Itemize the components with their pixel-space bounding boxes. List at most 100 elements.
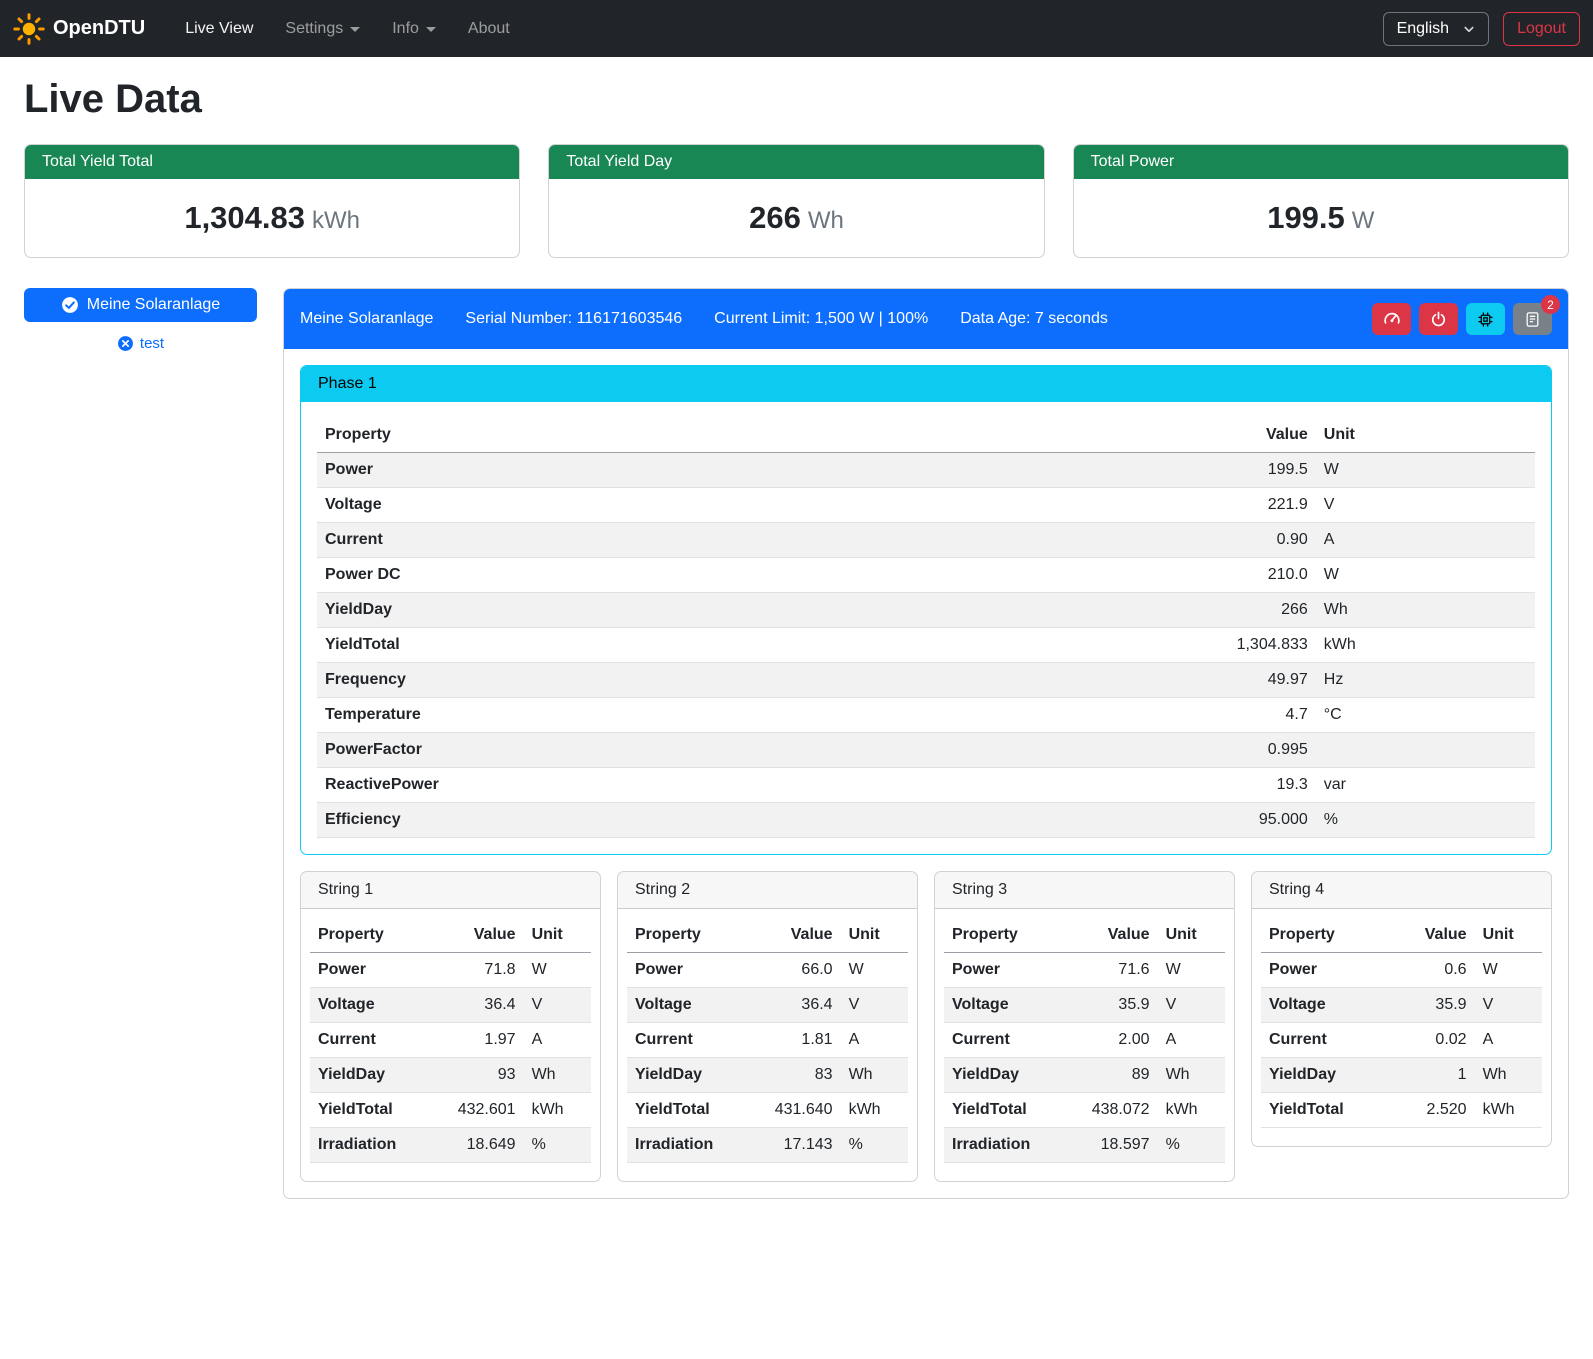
nav-item-about[interactable]: About: [454, 12, 524, 46]
row-property: Efficiency: [317, 803, 1133, 838]
column-header-property: Property: [310, 918, 445, 953]
column-header-value: Value: [1396, 918, 1475, 953]
card-total-power: Total Power 199.5W: [1073, 144, 1569, 258]
nav-item-settings-label: Settings: [285, 20, 343, 38]
limit-settings-button[interactable]: [1372, 303, 1411, 335]
string-table-head: Property Value Unit: [627, 918, 908, 953]
event-log-button[interactable]: 2: [1513, 303, 1552, 335]
string-body: Property Value Unit Power 66.0: [618, 909, 917, 1181]
row-property: Current: [310, 1023, 445, 1058]
column-header-property: Property: [627, 918, 762, 953]
nav-right: English Logout: [1383, 12, 1580, 46]
row-property: YieldDay: [1261, 1058, 1396, 1093]
table-row: Current 0.90 A: [317, 523, 1535, 558]
row-unit: %: [1158, 1128, 1225, 1163]
row-unit: kWh: [1158, 1093, 1225, 1128]
table-row: YieldTotal 432.601 kWh: [310, 1093, 591, 1128]
column-header-value: Value: [1079, 918, 1158, 953]
row-value: 0.02: [1396, 1023, 1475, 1058]
caret-down-icon: [350, 27, 360, 32]
brand-label: OpenDTU: [53, 17, 145, 40]
row-unit: W: [1158, 953, 1225, 988]
card-title: Total Yield Total: [25, 145, 519, 179]
phase-table: Property Value Unit Power 199.5 W: [317, 418, 1535, 838]
power-icon: [1430, 311, 1447, 328]
column-header-unit: Unit: [1475, 918, 1542, 953]
card-body: 1,304.83kWh: [25, 179, 519, 257]
row-unit: A: [1158, 1023, 1225, 1058]
row-property: Current: [627, 1023, 762, 1058]
row-value: 438.072: [1079, 1093, 1158, 1128]
logout-button[interactable]: Logout: [1503, 12, 1580, 46]
row-value: 18.649: [445, 1128, 524, 1163]
string-table-body: Power 71.6 W Voltage 35.9 V: [944, 953, 1225, 1163]
check-circle-icon: [61, 296, 79, 314]
column-header-property: Property: [1261, 918, 1396, 953]
row-value: 4.7: [1133, 698, 1316, 733]
row-unit: A: [1475, 1023, 1542, 1058]
caret-down-icon: [426, 27, 436, 32]
column-header-property: Property: [317, 418, 1133, 453]
string-card-4: String 4 Property Value Unit: [1251, 871, 1552, 1147]
nav-item-info[interactable]: Info: [378, 12, 450, 46]
row-property: YieldTotal: [944, 1093, 1079, 1128]
row-property: Voltage: [310, 988, 445, 1023]
table-row: Current 0.02 A: [1261, 1023, 1542, 1058]
sidebar-item-label: test: [140, 335, 164, 352]
string-table: Property Value Unit Power 71.6: [944, 918, 1225, 1163]
nav-item-live-view[interactable]: Live View: [171, 12, 267, 46]
row-unit: %: [1316, 803, 1535, 838]
column-header-value: Value: [762, 918, 841, 953]
sidebar-item-inactive-inverter[interactable]: test: [24, 335, 257, 352]
table-row: Irradiation 18.649 %: [310, 1128, 591, 1163]
table-row: YieldTotal 1,304.833 kWh: [317, 628, 1535, 663]
table-row: YieldTotal 2.520 kWh: [1261, 1093, 1542, 1128]
row-property: YieldTotal: [310, 1093, 445, 1128]
row-property: Temperature: [317, 698, 1133, 733]
row-value: 95.000: [1133, 803, 1316, 838]
table-row: Current 2.00 A: [944, 1023, 1225, 1058]
row-unit: V: [1475, 988, 1542, 1023]
row-unit: kWh: [524, 1093, 591, 1128]
string-table: Property Value Unit Power 0.6: [1261, 918, 1542, 1128]
phase-body: Property Value Unit Power 199.5 W: [301, 402, 1551, 854]
page-title: Live Data: [24, 77, 1569, 122]
sidebar-item-active-inverter[interactable]: Meine Solaranlage: [24, 288, 257, 322]
row-unit: Wh: [1158, 1058, 1225, 1093]
row-property: Frequency: [317, 663, 1133, 698]
power-button[interactable]: [1419, 303, 1458, 335]
brand-link[interactable]: OpenDTU: [13, 13, 145, 45]
card-value: 199.5: [1267, 200, 1345, 235]
string-card-1: String 1 Property Value Unit: [300, 871, 601, 1182]
inverter-serial: Serial Number: 116171603546: [465, 310, 682, 328]
row-value: 36.4: [762, 988, 841, 1023]
table-row: YieldTotal 431.640 kWh: [627, 1093, 908, 1128]
table-row: Power 71.6 W: [944, 953, 1225, 988]
table-row: Voltage 35.9 V: [944, 988, 1225, 1023]
table-row: Power DC 210.0 W: [317, 558, 1535, 593]
language-select[interactable]: English: [1383, 12, 1489, 46]
row-unit: Wh: [1475, 1058, 1542, 1093]
inverter-data-age: Data Age: 7 seconds: [960, 310, 1108, 328]
row-property: Irradiation: [627, 1128, 762, 1163]
row-unit: V: [1158, 988, 1225, 1023]
table-row: Voltage 35.9 V: [1261, 988, 1542, 1023]
column-header-value: Value: [1133, 418, 1316, 453]
table-row: YieldTotal 438.072 kWh: [944, 1093, 1225, 1128]
row-property: Current: [317, 523, 1133, 558]
row-value: 49.97: [1133, 663, 1316, 698]
row-value: 221.9: [1133, 488, 1316, 523]
row-property: ReactivePower: [317, 768, 1133, 803]
nav-item-info-label: Info: [392, 20, 419, 38]
row-property: Power: [627, 953, 762, 988]
row-unit: V: [841, 988, 908, 1023]
table-row: Current 1.97 A: [310, 1023, 591, 1058]
string-table-body: Power 66.0 W Voltage 36.4 V: [627, 953, 908, 1163]
nav-item-settings[interactable]: Settings: [271, 12, 374, 46]
row-value: 199.5: [1133, 453, 1316, 488]
table-row: Voltage 221.9 V: [317, 488, 1535, 523]
row-property: Voltage: [1261, 988, 1396, 1023]
device-info-button[interactable]: [1466, 303, 1505, 335]
row-property: PowerFactor: [317, 733, 1133, 768]
row-unit: A: [1316, 523, 1535, 558]
